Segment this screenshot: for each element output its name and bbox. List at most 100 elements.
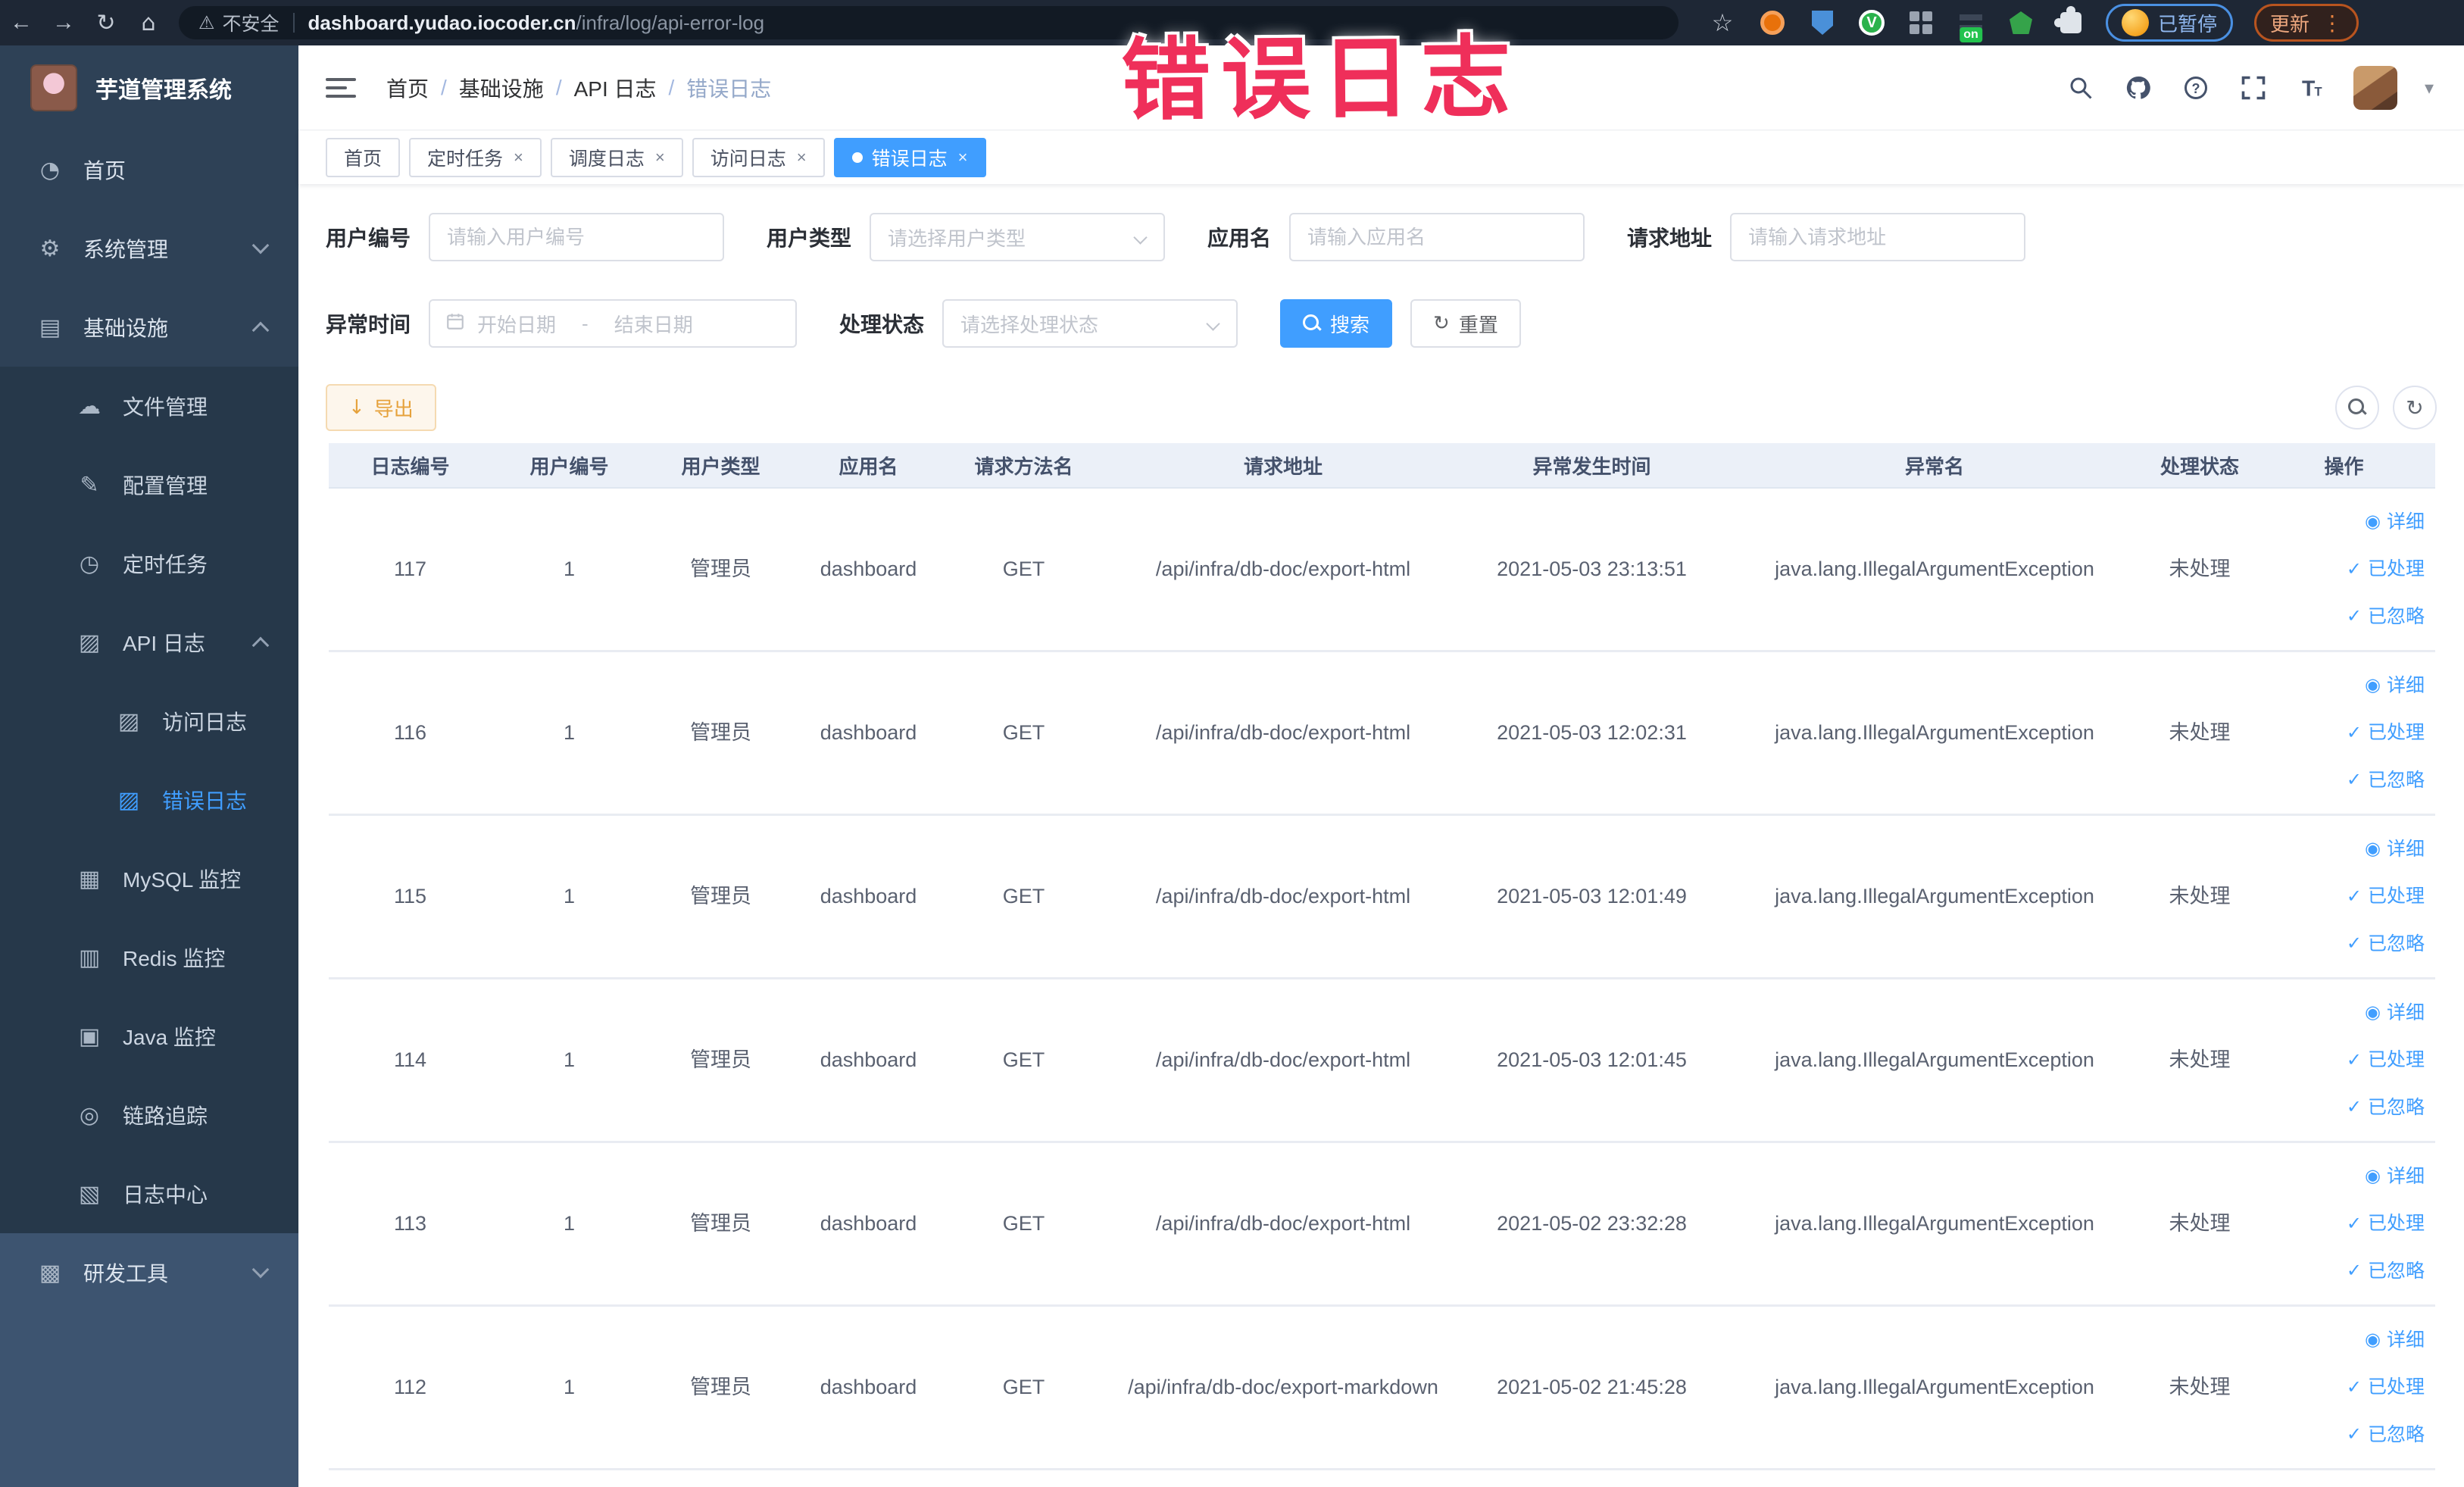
sidebar-menu-light: ▩ 研发工具 [0,1233,298,1312]
action-detail-link[interactable]: ◉ 详细 [2365,1328,2425,1353]
font-size-icon[interactable]: TT [2296,73,2326,103]
breadcrumb-home[interactable]: 首页 [386,73,429,103]
export-button[interactable]: ↓ 导出 [326,384,436,431]
action-ignore-link[interactable]: ✓ 已忽略 [2347,1423,2425,1448]
reset-button[interactable]: ↻ 重置 [1410,299,1521,348]
tab-access-log[interactable]: 访问日志 × [692,138,825,177]
fullscreen-icon[interactable] [2238,73,2269,103]
action-detail-link[interactable]: ◉ 详细 [2365,837,2425,862]
cell-id: 117 [393,557,427,580]
sidebar-item-label: 链路追踪 [123,1104,208,1128]
extensions-puzzle-icon[interactable] [2054,6,2085,36]
search-icon[interactable] [2066,73,2096,103]
action-detail-link[interactable]: ◉ 详细 [2365,673,2425,698]
cell-time: 2021-05-02 23:32:28 [1497,1211,1687,1235]
action-label: 已处理 [2367,1213,2425,1235]
sidebar-item-log-center[interactable]: ▧ 日志中心 [0,1154,298,1233]
search-button[interactable]: 搜索 [1280,299,1393,348]
sidebar-item-home[interactable]: ◔ 首页 [0,130,298,209]
toggle-search-button[interactable] [2335,386,2379,430]
extension-shield-icon[interactable] [1809,9,1836,36]
tab-home[interactable]: 首页 [326,138,401,177]
tab-close-icon[interactable]: × [958,148,968,167]
cell-method: GET [1002,1048,1045,1071]
app-name-input[interactable] [1289,213,1585,261]
sidebar-item-dev-tools[interactable]: ▩ 研发工具 [0,1233,298,1312]
action-process-link[interactable]: ✓ 已处理 [2347,720,2425,745]
security-label[interactable]: 不安全 [223,9,280,36]
address-bar[interactable]: ⚠ 不安全 dashboard.yudao.iocoder.cn /infra/… [179,6,1679,39]
extension-on-badge-icon[interactable]: on [1957,9,1985,42]
column-header: 日志编号 [370,455,450,478]
sidebar-item-mysql-monitor[interactable]: ▦ MySQL 监控 [0,839,298,918]
browser-menu-icon[interactable]: ⋮ [2322,11,2343,36]
action-process-link[interactable]: ✓ 已处理 [2347,1211,2425,1236]
sidebar-item-label: 系统管理 [83,238,169,261]
filter-label: 异常时间 [326,313,411,336]
tab-scheduled-tasks[interactable]: 定时任务 × [409,138,542,177]
browser-back-icon[interactable]: ← [0,10,42,36]
help-icon[interactable]: ? [2181,73,2211,103]
browser-home-icon[interactable]: ⌂ [127,10,170,36]
cell-url: /api/infra/db-doc/export-html [1155,1048,1411,1071]
user-id-input[interactable] [429,213,725,261]
browser-forward-icon[interactable]: → [42,10,85,36]
extension-grid-icon[interactable] [1907,9,1935,36]
action-process-link[interactable]: ✓ 已处理 [2347,884,2425,909]
browser-reload-icon[interactable]: ↻ [85,10,127,36]
action-ignore-link[interactable]: ✓ 已忽略 [2347,1259,2425,1284]
extension-leaf-icon[interactable] [2007,9,2035,36]
sidebar-item-redis-monitor[interactable]: ▥ Redis 监控 [0,918,298,997]
sidebar-item-config-mgmt[interactable]: ✎ 配置管理 [0,445,298,524]
action-detail-link[interactable]: ◉ 详细 [2365,1001,2425,1026]
action-ignore-link[interactable]: ✓ 已忽略 [2347,604,2425,629]
filter-label: 请求地址 [1627,226,1713,250]
collapse-sidebar-icon[interactable] [326,73,356,103]
sidebar-item-infrastructure[interactable]: ▤ 基础设施 [0,288,298,367]
user-type-select[interactable]: 请选择用户类型 [870,213,1166,261]
app-logo-row[interactable]: 芋道管理系统 [0,45,298,130]
tab-schedule-log[interactable]: 调度日志 × [550,138,683,177]
sidebar-item-trace[interactable]: ◎ 链路追踪 [0,1076,298,1154]
exception-time-range-picker[interactable]: 开始日期 - 结束日期 [429,299,798,348]
check-icon: ✓ [2346,721,2362,743]
sidebar-item-api-log[interactable]: ▨ API 日志 [0,603,298,682]
action-process-link[interactable]: ✓ 已处理 [2347,557,2425,582]
action-label: 已处理 [2367,1376,2425,1398]
chrome-update-button[interactable]: 更新 ⋮ [2254,4,2359,42]
process-status-select[interactable]: 请选择处理状态 [942,299,1238,348]
action-ignore-link[interactable]: ✓ 已忽略 [2347,1095,2425,1120]
refresh-table-button[interactable]: ↻ [2393,386,2437,430]
breadcrumb-api-log[interactable]: API 日志 [574,73,657,103]
action-detail-link[interactable]: ◉ 详细 [2365,510,2425,535]
user-menu-caret-icon[interactable]: ▾ [2425,77,2434,98]
sidebar-item-file-mgmt[interactable]: ☁ 文件管理 [0,367,298,445]
bookmark-star-icon[interactable]: ☆ [1709,9,1736,36]
tab-error-log[interactable]: 错误日志 × [833,138,986,177]
action-process-link[interactable]: ✓ 已处理 [2347,1048,2425,1073]
breadcrumb-infrastructure[interactable]: 基础设施 [459,73,544,103]
extension-orange-icon[interactable] [1759,9,1786,36]
tab-close-icon[interactable]: × [797,148,807,167]
sidebar-item-scheduled-tasks[interactable]: ◷ 定时任务 [0,524,298,603]
sidebar-item-label: API 日志 [123,632,205,655]
java-monitor-icon: ▣ [78,1023,101,1050]
action-process-link[interactable]: ✓ 已处理 [2347,1375,2425,1400]
tab-close-icon[interactable]: × [514,148,523,167]
github-icon[interactable] [2123,73,2153,103]
profile-paused-button[interactable]: 已暂停 [2106,4,2234,42]
extension-green-v-icon[interactable]: V [1859,10,1885,36]
sidebar-item-access-log[interactable]: ▨ 访问日志 [0,682,298,761]
api-log-icon: ▨ [78,629,101,656]
action-detail-link[interactable]: ◉ 详细 [2365,1164,2425,1189]
sidebar-item-system-mgmt[interactable]: ⚙ 系统管理 [0,209,298,288]
action-ignore-link[interactable]: ✓ 已忽略 [2347,932,2425,957]
cell-id: 116 [393,720,427,744]
sidebar-item-java-monitor[interactable]: ▣ Java 监控 [0,997,298,1076]
tab-close-icon[interactable]: × [655,148,665,167]
action-ignore-link[interactable]: ✓ 已忽略 [2347,768,2425,793]
action-label: 已处理 [2367,722,2425,744]
user-avatar[interactable] [2353,65,2397,110]
request-url-input[interactable] [1730,213,2026,261]
sidebar-item-error-log[interactable]: ▨ 错误日志 [0,761,298,839]
